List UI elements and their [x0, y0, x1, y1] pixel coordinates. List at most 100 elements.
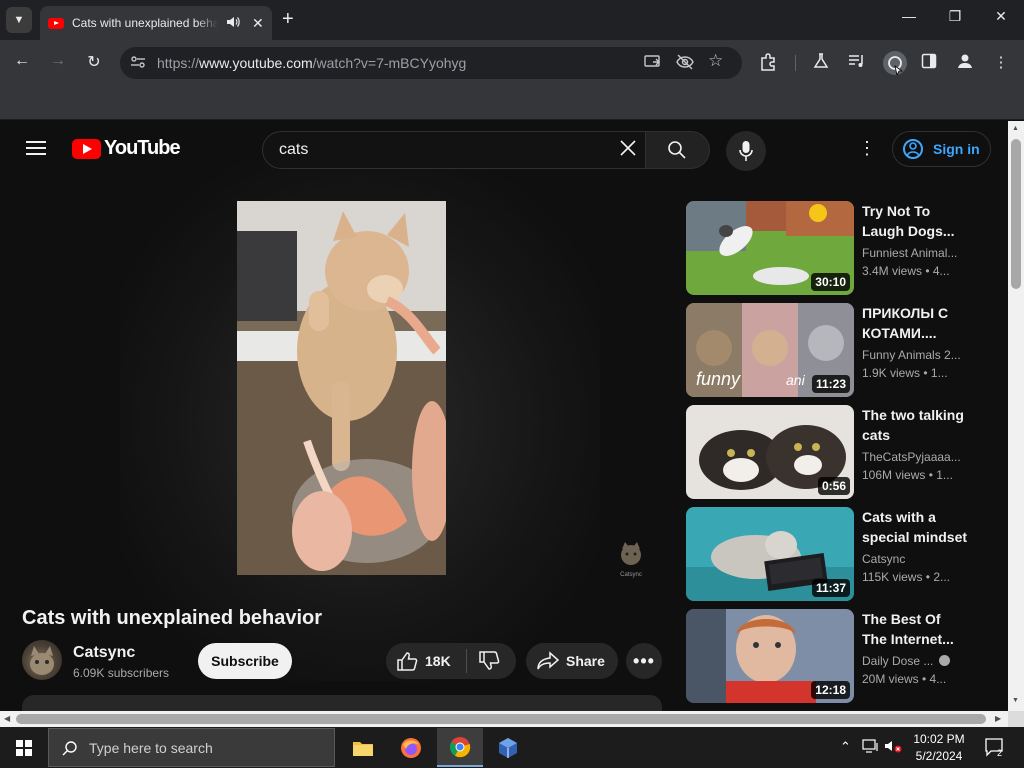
profile-icon[interactable]	[955, 53, 975, 73]
restore-button[interactable]: ❐	[932, 8, 978, 25]
bookmark-star-icon[interactable]: ☆	[708, 51, 723, 71]
voice-search-button[interactable]	[726, 131, 766, 171]
recommended-video-title[interactable]: ПРИКОЛЫ С КОТАМИ....	[862, 303, 972, 343]
vertical-scroll-thumb[interactable]	[1011, 139, 1021, 289]
scroll-right-arrow-icon[interactable]: ▶	[995, 714, 1001, 723]
clear-search-icon[interactable]	[617, 137, 639, 165]
volume-muted-icon[interactable]	[884, 739, 902, 756]
notification-count: 2	[997, 748, 1002, 757]
chrome-icon[interactable]	[437, 728, 483, 767]
horizontal-scrollbar[interactable]: ◀ ▶	[0, 711, 1008, 727]
channel-name-text: Daily Dose ...	[862, 654, 934, 668]
chevron-down-icon: ▼	[13, 14, 25, 26]
extensions-icon[interactable]	[758, 53, 778, 75]
notification-center-icon[interactable]: 2	[984, 737, 1006, 760]
forward-arrow-icon[interactable]: →	[47, 52, 69, 70]
address-bar[interactable]: https://www.youtube.com/watch?v=7-mBCYyo…	[120, 47, 742, 79]
taskbar-clock[interactable]: 10:02 PM 5/2/2024	[906, 731, 972, 765]
media-controls-icon[interactable]	[847, 53, 867, 73]
scroll-down-arrow-icon[interactable]: ▼	[1012, 697, 1019, 704]
virtualbox-icon[interactable]	[485, 728, 531, 767]
channel-avatar[interactable]	[22, 640, 62, 680]
scroll-up-arrow-icon[interactable]: ▲	[1012, 125, 1019, 132]
recommended-video-title[interactable]: The Best Of The Internet...	[862, 609, 972, 649]
recommended-video-title[interactable]: Try Not To Laugh Dogs...	[862, 201, 972, 241]
sign-in-button[interactable]: Sign in	[892, 131, 991, 167]
channel-name[interactable]: Catsync	[73, 644, 135, 662]
video-duration: 11:37	[811, 579, 850, 597]
video-duration: 0:56	[817, 477, 850, 495]
install-app-icon[interactable]	[644, 54, 662, 73]
video-player[interactable]	[237, 201, 446, 575]
subscribe-button[interactable]: Subscribe	[198, 643, 292, 679]
recommended-channel[interactable]: Catsync	[862, 552, 962, 566]
screen: ▼ Cats with unexplained behavior - YouTu…	[0, 0, 1024, 768]
recommended-video[interactable]: 12:18 The Best Of The Internet... Daily D…	[686, 609, 986, 703]
chevron-up-icon[interactable]: ⌃	[840, 739, 851, 755]
recommended-video[interactable]: 0:56 The two talking cats TheCatsPyjaaaa.…	[686, 405, 986, 499]
side-panel-icon[interactable]	[919, 53, 939, 73]
video-duration: 11:23	[811, 375, 850, 393]
youtube-page: YouTube cats ⋮ Sign in Catsync Cats with…	[0, 121, 1008, 711]
recommended-channel[interactable]: Daily Dose ...	[862, 654, 962, 668]
description-box[interactable]	[22, 695, 662, 711]
search-button[interactable]	[646, 131, 710, 169]
recommended-video[interactable]: 30:10 Try Not To Laugh Dogs... Funniest A…	[686, 201, 986, 295]
tab-close-icon[interactable]: ✕	[252, 15, 264, 32]
horizontal-scroll-thumb[interactable]	[16, 714, 986, 724]
recommended-channel[interactable]: Funny Animals 2...	[862, 348, 962, 362]
video-thumbnail[interactable]: 11:37	[686, 507, 854, 601]
minimize-button[interactable]: —	[886, 8, 932, 24]
scroll-left-arrow-icon[interactable]: ◀	[4, 714, 10, 723]
avatar-cat-image	[30, 646, 54, 675]
recommended-video-title[interactable]: The two talking cats	[862, 405, 972, 445]
recommended-channel[interactable]: TheCatsPyjaaaa...	[862, 450, 962, 464]
thumbnail-caption-funny: funny	[696, 369, 741, 389]
url-text[interactable]: https://www.youtube.com/watch?v=7-mBCYyo…	[157, 55, 466, 71]
labs-flask-icon[interactable]	[811, 53, 831, 73]
file-explorer-icon[interactable]	[340, 728, 386, 767]
taskbar-search-input[interactable]: Type here to search	[48, 728, 335, 767]
active-extension-icon[interactable]	[883, 51, 907, 77]
recommended-video[interactable]: 11:37 Cats with a special mindset Catsync…	[686, 507, 986, 601]
settings-more-icon[interactable]: ⋮	[858, 138, 876, 159]
network-icon[interactable]	[862, 739, 880, 756]
recommended-video-title[interactable]: Cats with a special mindset	[862, 507, 972, 547]
recommended-channel[interactable]: Funniest Animal...	[862, 246, 962, 260]
back-arrow-icon[interactable]: ←	[11, 52, 33, 70]
channel-watermark[interactable]: Catsync	[618, 541, 644, 578]
recommended-video[interactable]: funny ani 11:23 ПРИКОЛЫ С КОТАМИ.... Funn…	[686, 303, 986, 397]
tab-search-button[interactable]: ▼	[6, 7, 32, 33]
video-thumbnail[interactable]: 30:10	[686, 201, 854, 295]
video-duration: 30:10	[811, 273, 850, 291]
close-window-button[interactable]: ✕	[978, 8, 1024, 25]
hamburger-menu-icon[interactable]	[26, 141, 46, 155]
video-thumbnail[interactable]: funny ani 11:23	[686, 303, 854, 397]
share-arrow-icon	[537, 651, 560, 670]
youtube-logo-text: YouTube	[104, 137, 181, 159]
new-tab-button[interactable]: +	[282, 8, 294, 30]
video-thumbnail[interactable]: 12:18	[686, 609, 854, 703]
vertical-scrollbar[interactable]: ▲ ▼	[1008, 121, 1024, 711]
toolbar-separator	[795, 55, 796, 71]
youtube-logo[interactable]: YouTube	[72, 137, 181, 160]
video-thumbnail[interactable]: 0:56	[686, 405, 854, 499]
tab-title: Cats with unexplained behavior - YouTube	[72, 16, 218, 30]
share-button[interactable]: Share	[526, 643, 618, 679]
dislike-button[interactable]	[478, 651, 500, 674]
like-button[interactable]: 18K	[386, 643, 466, 679]
browser-menu-icon[interactable]: ⋮	[991, 53, 1011, 71]
reload-icon[interactable]: ↻	[83, 52, 105, 72]
search-input[interactable]: cats	[262, 131, 646, 169]
eye-slash-icon[interactable]	[676, 54, 694, 73]
subscriber-count: 6.09K subscribers	[73, 666, 170, 680]
windows-start-icon[interactable]	[16, 740, 32, 756]
video-title: Cats with unexplained behavior	[22, 607, 323, 629]
youtube-play-icon	[72, 138, 101, 159]
site-info-icon[interactable]	[130, 55, 146, 72]
speaker-icon[interactable]	[226, 16, 240, 31]
firefox-icon[interactable]	[388, 728, 434, 767]
title-line-2: The Internet...	[862, 631, 954, 647]
more-actions-button[interactable]: •••	[626, 643, 662, 679]
browser-tab-active[interactable]: Cats with unexplained behavior - YouTube…	[40, 6, 272, 40]
